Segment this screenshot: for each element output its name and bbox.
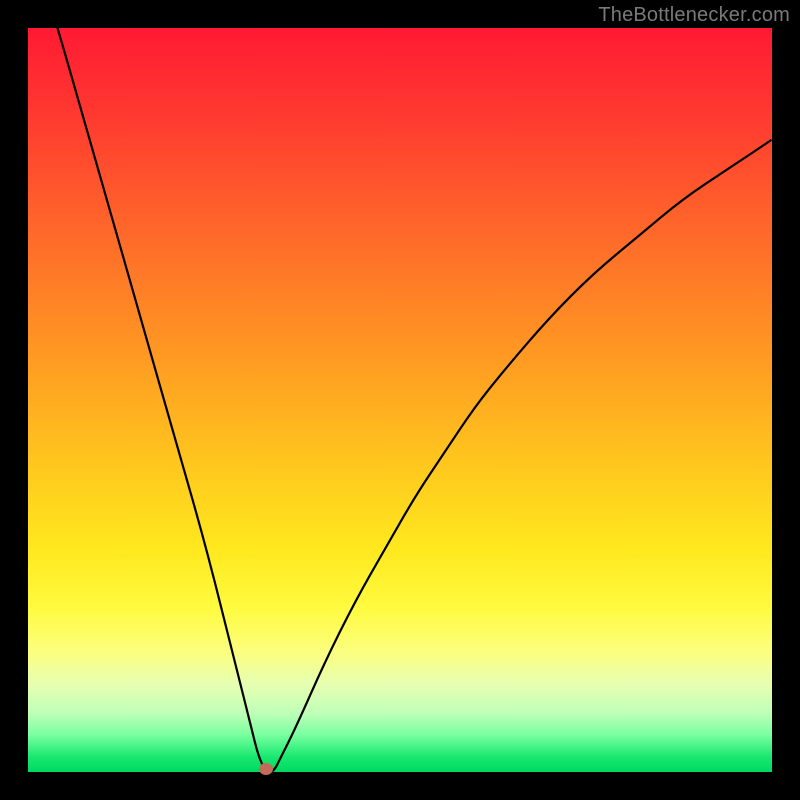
watermark-text: TheBottlenecker.com xyxy=(598,4,790,27)
minimum-marker xyxy=(259,763,273,775)
bottleneck-curve xyxy=(28,28,772,772)
chart-frame: TheBottlenecker.com xyxy=(0,0,800,800)
curve-path xyxy=(28,28,772,772)
plot-area xyxy=(28,28,772,772)
